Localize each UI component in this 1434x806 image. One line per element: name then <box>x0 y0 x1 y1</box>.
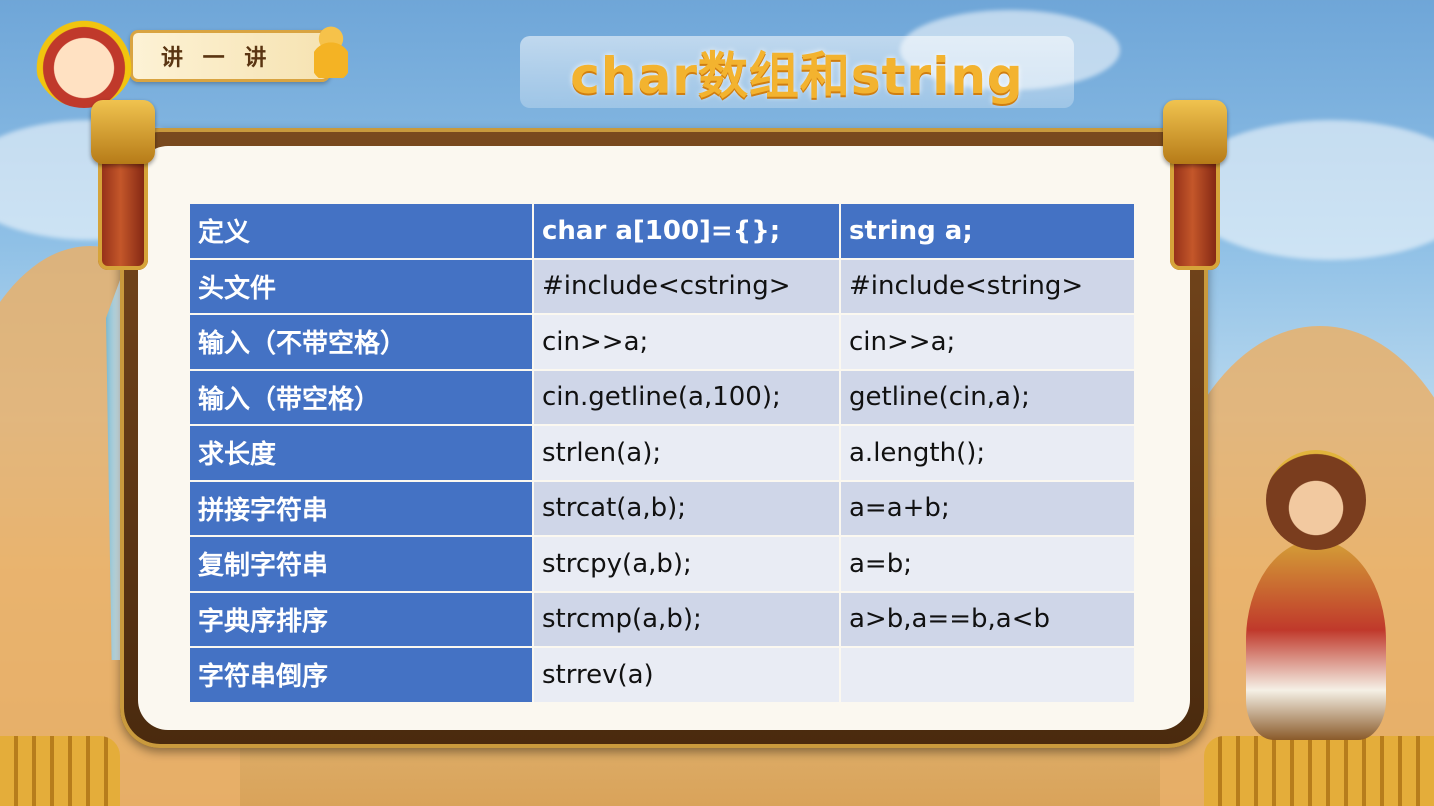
char-array-cell: strcmp(a,b); <box>532 590 841 648</box>
gold-coins-decoration <box>1204 736 1434 806</box>
table-row: 输入（不带空格） cin>>a; cin>>a; <box>188 313 1136 371</box>
string-cell <box>839 646 1136 704</box>
row-label-cell: 拼接字符串 <box>188 479 534 537</box>
char-array-cell: strlen(a); <box>532 424 841 482</box>
table-row: 求长度 strlen(a); a.length(); <box>188 424 1136 482</box>
string-cell: a=b; <box>839 535 1136 593</box>
char-array-cell: strcat(a,b); <box>532 479 841 537</box>
string-cell: a.length(); <box>839 424 1136 482</box>
row-label-cell: 输入（带空格） <box>188 368 534 426</box>
monkey-king-head <box>1266 450 1366 550</box>
string-cell: a=a+b; <box>839 479 1136 537</box>
table-row: 复制字符串 strcpy(a,b); a=b; <box>188 535 1136 593</box>
lesson-badge: 讲 一 讲 <box>34 8 354 108</box>
badge-ribbon: 讲 一 讲 <box>130 30 330 82</box>
table-row: 字符串倒序 strrev(a) <box>188 646 1136 704</box>
string-cell: #include<string> <box>839 257 1136 315</box>
monk-avatar-icon <box>34 8 134 108</box>
page-title: char数组和string <box>570 47 1024 105</box>
row-label-cell: 字典序排序 <box>188 590 534 648</box>
row-label-cell: 字符串倒序 <box>188 646 534 704</box>
table-row: 字典序排序 strcmp(a,b); a>b,a==b,a<b <box>188 590 1136 648</box>
string-cell: a>b,a==b,a<b <box>839 590 1136 648</box>
char-array-cell: strrev(a) <box>532 646 841 704</box>
char-array-cell: cin>>a; <box>532 313 841 371</box>
row-label-cell: 求长度 <box>188 424 534 482</box>
title-banner: char数组和string <box>520 36 1074 108</box>
table-row: 输入（带空格） cin.getline(a,100); getline(cin,… <box>188 368 1136 426</box>
gold-coins-decoration <box>0 736 120 806</box>
comparison-table: 定义 char a[100]={}; string a; 头文件 #includ… <box>188 202 1136 704</box>
row-label-cell: 头文件 <box>188 257 534 315</box>
monkey-king-illustration <box>1226 410 1406 740</box>
string-cell: cin>>a; <box>839 313 1136 371</box>
badge-label: 讲 一 讲 <box>161 46 273 71</box>
table-header-row: 定义 char a[100]={}; string a; <box>188 202 1136 260</box>
char-array-cell: cin.getline(a,100); <box>532 368 841 426</box>
header-cell: string a; <box>839 202 1136 260</box>
string-cell: getline(cin,a); <box>839 368 1136 426</box>
gourd-icon <box>314 22 348 78</box>
header-cell: 定义 <box>188 202 534 260</box>
header-cell: char a[100]={}; <box>532 202 841 260</box>
left-pillar-cap <box>91 100 155 164</box>
right-pillar-cap <box>1163 100 1227 164</box>
char-array-cell: strcpy(a,b); <box>532 535 841 593</box>
row-label-cell: 输入（不带空格） <box>188 313 534 371</box>
row-label-cell: 复制字符串 <box>188 535 534 593</box>
char-array-cell: #include<cstring> <box>532 257 841 315</box>
table-row: 拼接字符串 strcat(a,b); a=a+b; <box>188 479 1136 537</box>
table-row: 头文件 #include<cstring> #include<string> <box>188 257 1136 315</box>
monkey-king-body <box>1246 540 1386 740</box>
